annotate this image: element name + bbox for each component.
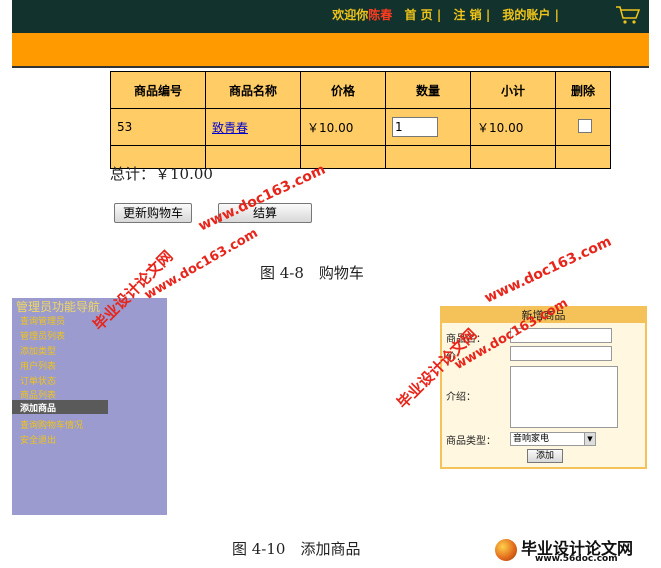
home-link[interactable]: 首 页	[405, 8, 433, 22]
admin-menu-label: 添加商品	[20, 404, 57, 414]
cart-total: 总计：￥10.00	[110, 165, 213, 183]
admin-menu-item-active[interactable]: 添加商品	[12, 400, 108, 414]
separator: |	[436, 8, 442, 22]
admin-menu-item[interactable]: 添加类型	[20, 344, 56, 357]
product-name-link[interactable]: 致青春	[212, 121, 248, 135]
type-select[interactable]: 音响家电 ▼	[510, 432, 596, 446]
logo-url: www.56doc.com	[535, 554, 618, 564]
table-header-row: 商品编号 商品名称 价格 数量 小计 删除	[110, 71, 611, 109]
delete-checkbox[interactable]	[578, 118, 592, 133]
separator: |	[554, 8, 559, 22]
quantity-cell	[385, 108, 471, 146]
header-banner	[12, 33, 649, 68]
logout-link[interactable]: 注 销	[453, 8, 481, 22]
figure-caption: 图 4-10 添加商品	[232, 540, 361, 558]
figure-caption: 图 4-8 购物车	[260, 264, 364, 282]
column-header: 小计	[470, 71, 556, 109]
column-header: 商品名称	[205, 71, 301, 109]
subtotal: ￥10.00	[470, 108, 556, 146]
product-price: ￥10.00	[300, 108, 386, 146]
intro-textarea[interactable]	[510, 366, 618, 428]
admin-menu-item[interactable]: 管理员列表	[20, 329, 65, 342]
separator: |	[485, 8, 491, 22]
watermark-url: www.doc163.com	[482, 233, 615, 307]
admin-nav-title: 管理员功能导航	[16, 300, 101, 314]
price-input[interactable]	[510, 346, 612, 361]
product-id: 53	[110, 108, 206, 146]
admin-menu-item[interactable]: 安全退出	[20, 433, 56, 446]
admin-menu-item[interactable]: 用户列表	[20, 359, 56, 372]
add-button[interactable]: 添加	[527, 449, 563, 463]
my-account-link[interactable]: 我的账户	[502, 8, 550, 22]
site-logo: 毕业设计论文网 www.56doc.com	[495, 535, 655, 565]
admin-menu-item[interactable]: 查询购物车情况	[20, 418, 83, 431]
column-header: 数量	[385, 71, 471, 109]
chevron-down-icon: ▼	[584, 433, 595, 445]
shopping-cart-icon[interactable]	[615, 5, 641, 25]
update-cart-button[interactable]: 更新购物车	[114, 203, 192, 223]
product-name-cell: 致青春	[205, 108, 301, 146]
welcome-text: 欢迎你	[332, 8, 369, 22]
delete-cell	[555, 108, 611, 146]
quantity-input[interactable]	[392, 117, 438, 137]
welcome-bar: 欢迎你陈春 首 页 | 注 销 | 我的账户 |	[332, 6, 559, 23]
logo-globe-icon	[495, 539, 517, 561]
column-header: 价格	[300, 71, 386, 109]
type-select-value: 音响家电	[513, 434, 550, 444]
admin-menu-item[interactable]: 查询管理员	[20, 314, 65, 327]
watermark-url: www.doc163.com	[196, 161, 329, 235]
table-row: 53 致青春 ￥10.00 ￥10.00	[110, 108, 611, 146]
username: 陈春	[368, 8, 393, 22]
cart-table: 商品编号 商品名称 价格 数量 小计 删除 53 致青春 ￥10.00 ￥10.…	[110, 71, 611, 169]
column-header: 删除	[555, 71, 611, 109]
admin-menu-item[interactable]: 订单状态	[20, 374, 56, 387]
column-header: 商品编号	[110, 71, 206, 109]
type-label: 商品类型：	[446, 436, 496, 447]
admin-nav-panel: 管理员功能导航 查询管理员 管理员列表 添加类型 用户列表 订单状态 商品列表 …	[12, 298, 167, 515]
site-header: 欢迎你陈春 首 页 | 注 销 | 我的账户 |	[12, 0, 649, 33]
intro-label: 介绍：	[446, 392, 476, 403]
